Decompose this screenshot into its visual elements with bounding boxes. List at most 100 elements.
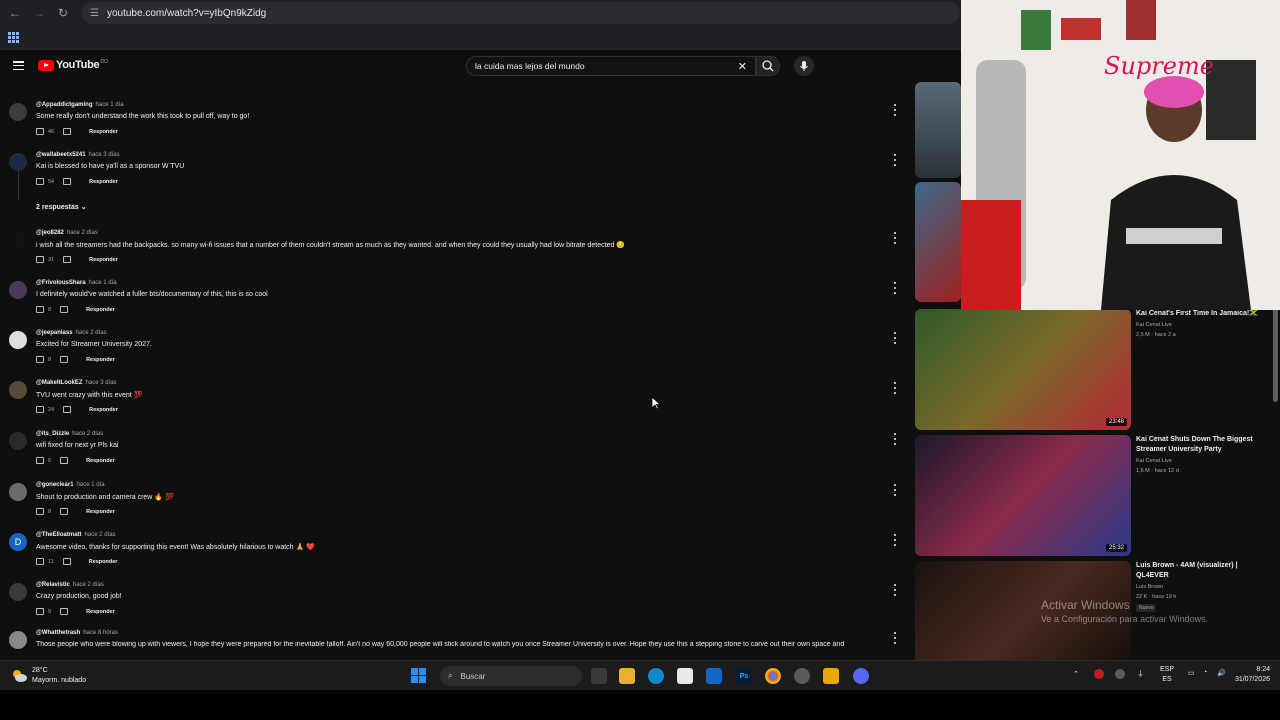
avatar[interactable] <box>9 483 27 501</box>
like-icon[interactable] <box>36 508 44 515</box>
reply-button[interactable]: Responder <box>86 357 115 363</box>
replies-toggle[interactable]: 2 respuestas ⌄ <box>36 203 87 211</box>
avatar[interactable] <box>9 153 27 171</box>
comment-author[interactable]: @wallabeetx5241 hace 3 días <box>36 152 120 158</box>
more-actions-icon[interactable] <box>893 332 897 344</box>
mail-icon[interactable] <box>706 668 722 684</box>
site-info-icon[interactable]: ☰ <box>90 8 99 19</box>
comment-author[interactable]: @FrivolousShara hace 1 día <box>36 280 117 286</box>
more-actions-icon[interactable] <box>893 632 897 644</box>
volume-icon[interactable]: 🔊 <box>1217 669 1226 677</box>
dislike-icon[interactable] <box>63 128 72 135</box>
video-thumbnail[interactable]: 23:48 <box>915 309 1131 430</box>
dislike-icon[interactable] <box>60 508 69 515</box>
avatar[interactable] <box>9 381 27 399</box>
reply-button[interactable]: Responder <box>86 307 115 313</box>
weather-widget[interactable]: 28°C Mayorm. nublado <box>10 666 86 686</box>
like-icon[interactable] <box>36 608 44 615</box>
more-actions-icon[interactable] <box>893 433 897 445</box>
dislike-icon[interactable] <box>63 178 72 185</box>
comment-author[interactable]: @TheElloatmatt hace 2 días <box>36 532 116 538</box>
comment-author[interactable]: @Appaddictgaming hace 1 día <box>36 102 124 108</box>
reply-button[interactable]: Responder <box>89 407 118 413</box>
comment-author[interactable]: @MakeItLookEZ hace 3 días <box>36 380 117 386</box>
more-actions-icon[interactable] <box>893 104 897 116</box>
comment-author[interactable]: @Relavistic hace 2 días <box>36 582 104 588</box>
video-title[interactable]: Luis Brown - 4AM (visualizer) | QL4EVER <box>1136 561 1261 581</box>
like-icon[interactable] <box>36 128 44 135</box>
reply-button[interactable]: Responder <box>89 179 118 185</box>
monitor-icon[interactable]: ▭ <box>1188 669 1195 677</box>
windows-start-icon[interactable] <box>411 668 426 683</box>
reply-button[interactable]: Responder <box>89 129 118 135</box>
tray-app-icon[interactable] <box>1115 669 1125 679</box>
video-thumbnail[interactable]: 25:32 <box>915 435 1131 556</box>
like-icon[interactable] <box>36 306 44 313</box>
dislike-icon[interactable] <box>60 608 69 615</box>
task-view-icon[interactable] <box>591 668 607 684</box>
avatar[interactable] <box>9 631 27 649</box>
dislike-icon[interactable] <box>62 558 71 565</box>
language-indicator[interactable]: ESP ES <box>1160 665 1174 685</box>
reply-button[interactable]: Responder <box>86 458 115 464</box>
like-icon[interactable] <box>36 356 44 363</box>
reply-button[interactable]: Responder <box>86 509 115 515</box>
reply-button[interactable]: Responder <box>86 609 115 615</box>
more-actions-icon[interactable] <box>893 232 897 244</box>
apps-grid-icon[interactable] <box>8 32 19 43</box>
more-actions-icon[interactable] <box>893 584 897 596</box>
voice-search-button[interactable] <box>794 56 814 76</box>
avatar[interactable] <box>9 231 27 249</box>
like-icon[interactable] <box>36 406 44 413</box>
video-channel[interactable]: Kai Cenat Live <box>1136 322 1172 328</box>
more-actions-icon[interactable] <box>893 382 897 394</box>
dislike-icon[interactable] <box>63 256 72 263</box>
avatar[interactable] <box>9 331 27 349</box>
video-thumbnail[interactable] <box>915 182 961 302</box>
more-actions-icon[interactable] <box>893 534 897 546</box>
youtube-logo[interactable]: YouTube DO <box>38 59 108 71</box>
avatar[interactable] <box>9 583 27 601</box>
clear-search-icon[interactable]: ✕ <box>738 60 747 73</box>
avatar[interactable] <box>9 281 27 299</box>
video-channel[interactable]: Luis Brown <box>1136 584 1163 590</box>
dislike-icon[interactable] <box>60 306 69 313</box>
like-icon[interactable] <box>36 558 44 565</box>
avatar[interactable]: D <box>9 533 27 551</box>
clock[interactable]: 8:24 31/07/2026 <box>1228 665 1270 685</box>
video-title[interactable]: Kai Cenat's First Time In Jamaica!🇯🇲 <box>1136 309 1261 319</box>
obs-icon[interactable] <box>794 668 810 684</box>
like-icon[interactable] <box>36 457 44 464</box>
dislike-icon[interactable] <box>63 406 72 413</box>
edge-icon[interactable] <box>648 668 664 684</box>
dislike-icon[interactable] <box>60 356 69 363</box>
taskbar-search[interactable]: ⌕ Buscar <box>440 666 582 686</box>
comment-author[interactable]: @jeo8282 hace 2 días <box>36 230 98 236</box>
reply-button[interactable]: Responder <box>89 559 118 565</box>
reply-button[interactable]: Responder <box>89 257 118 263</box>
comment-author[interactable]: @goneclear1 hace 1 día <box>36 482 105 488</box>
more-actions-icon[interactable] <box>893 484 897 496</box>
back-icon[interactable]: ← <box>6 4 24 22</box>
video-title[interactable]: Kai Cenat Shuts Down The Biggest Streame… <box>1136 435 1261 455</box>
antivirus-icon[interactable] <box>1094 669 1104 679</box>
address-bar[interactable]: ☰ youtube.com/watch?v=yIbQn9kZidg <box>82 2 960 24</box>
app-icon[interactable] <box>823 668 839 684</box>
comment-author[interactable]: @Whatthetrash hace 8 horas <box>36 630 118 636</box>
avatar[interactable] <box>9 103 27 121</box>
like-icon[interactable] <box>36 178 44 185</box>
network-icon[interactable]: ◔ <box>1203 669 1207 676</box>
microphone-icon[interactable]: ⏚ <box>1137 669 1144 679</box>
comment-author[interactable]: @its_Dizzle hace 2 días <box>36 431 103 437</box>
chrome-icon[interactable] <box>765 668 781 684</box>
more-actions-icon[interactable] <box>893 154 897 166</box>
menu-icon[interactable] <box>13 61 24 70</box>
avatar[interactable] <box>9 432 27 450</box>
video-thumbnail[interactable] <box>915 82 961 178</box>
chevron-up-icon[interactable]: ⌃ <box>1073 670 1079 678</box>
video-channel[interactable]: Kai Cenat Live <box>1136 458 1172 464</box>
search-input[interactable]: la cuida mas lejos del mundo ✕ <box>466 56 756 76</box>
more-actions-icon[interactable] <box>893 282 897 294</box>
store-icon[interactable] <box>677 668 693 684</box>
dislike-icon[interactable] <box>60 457 69 464</box>
